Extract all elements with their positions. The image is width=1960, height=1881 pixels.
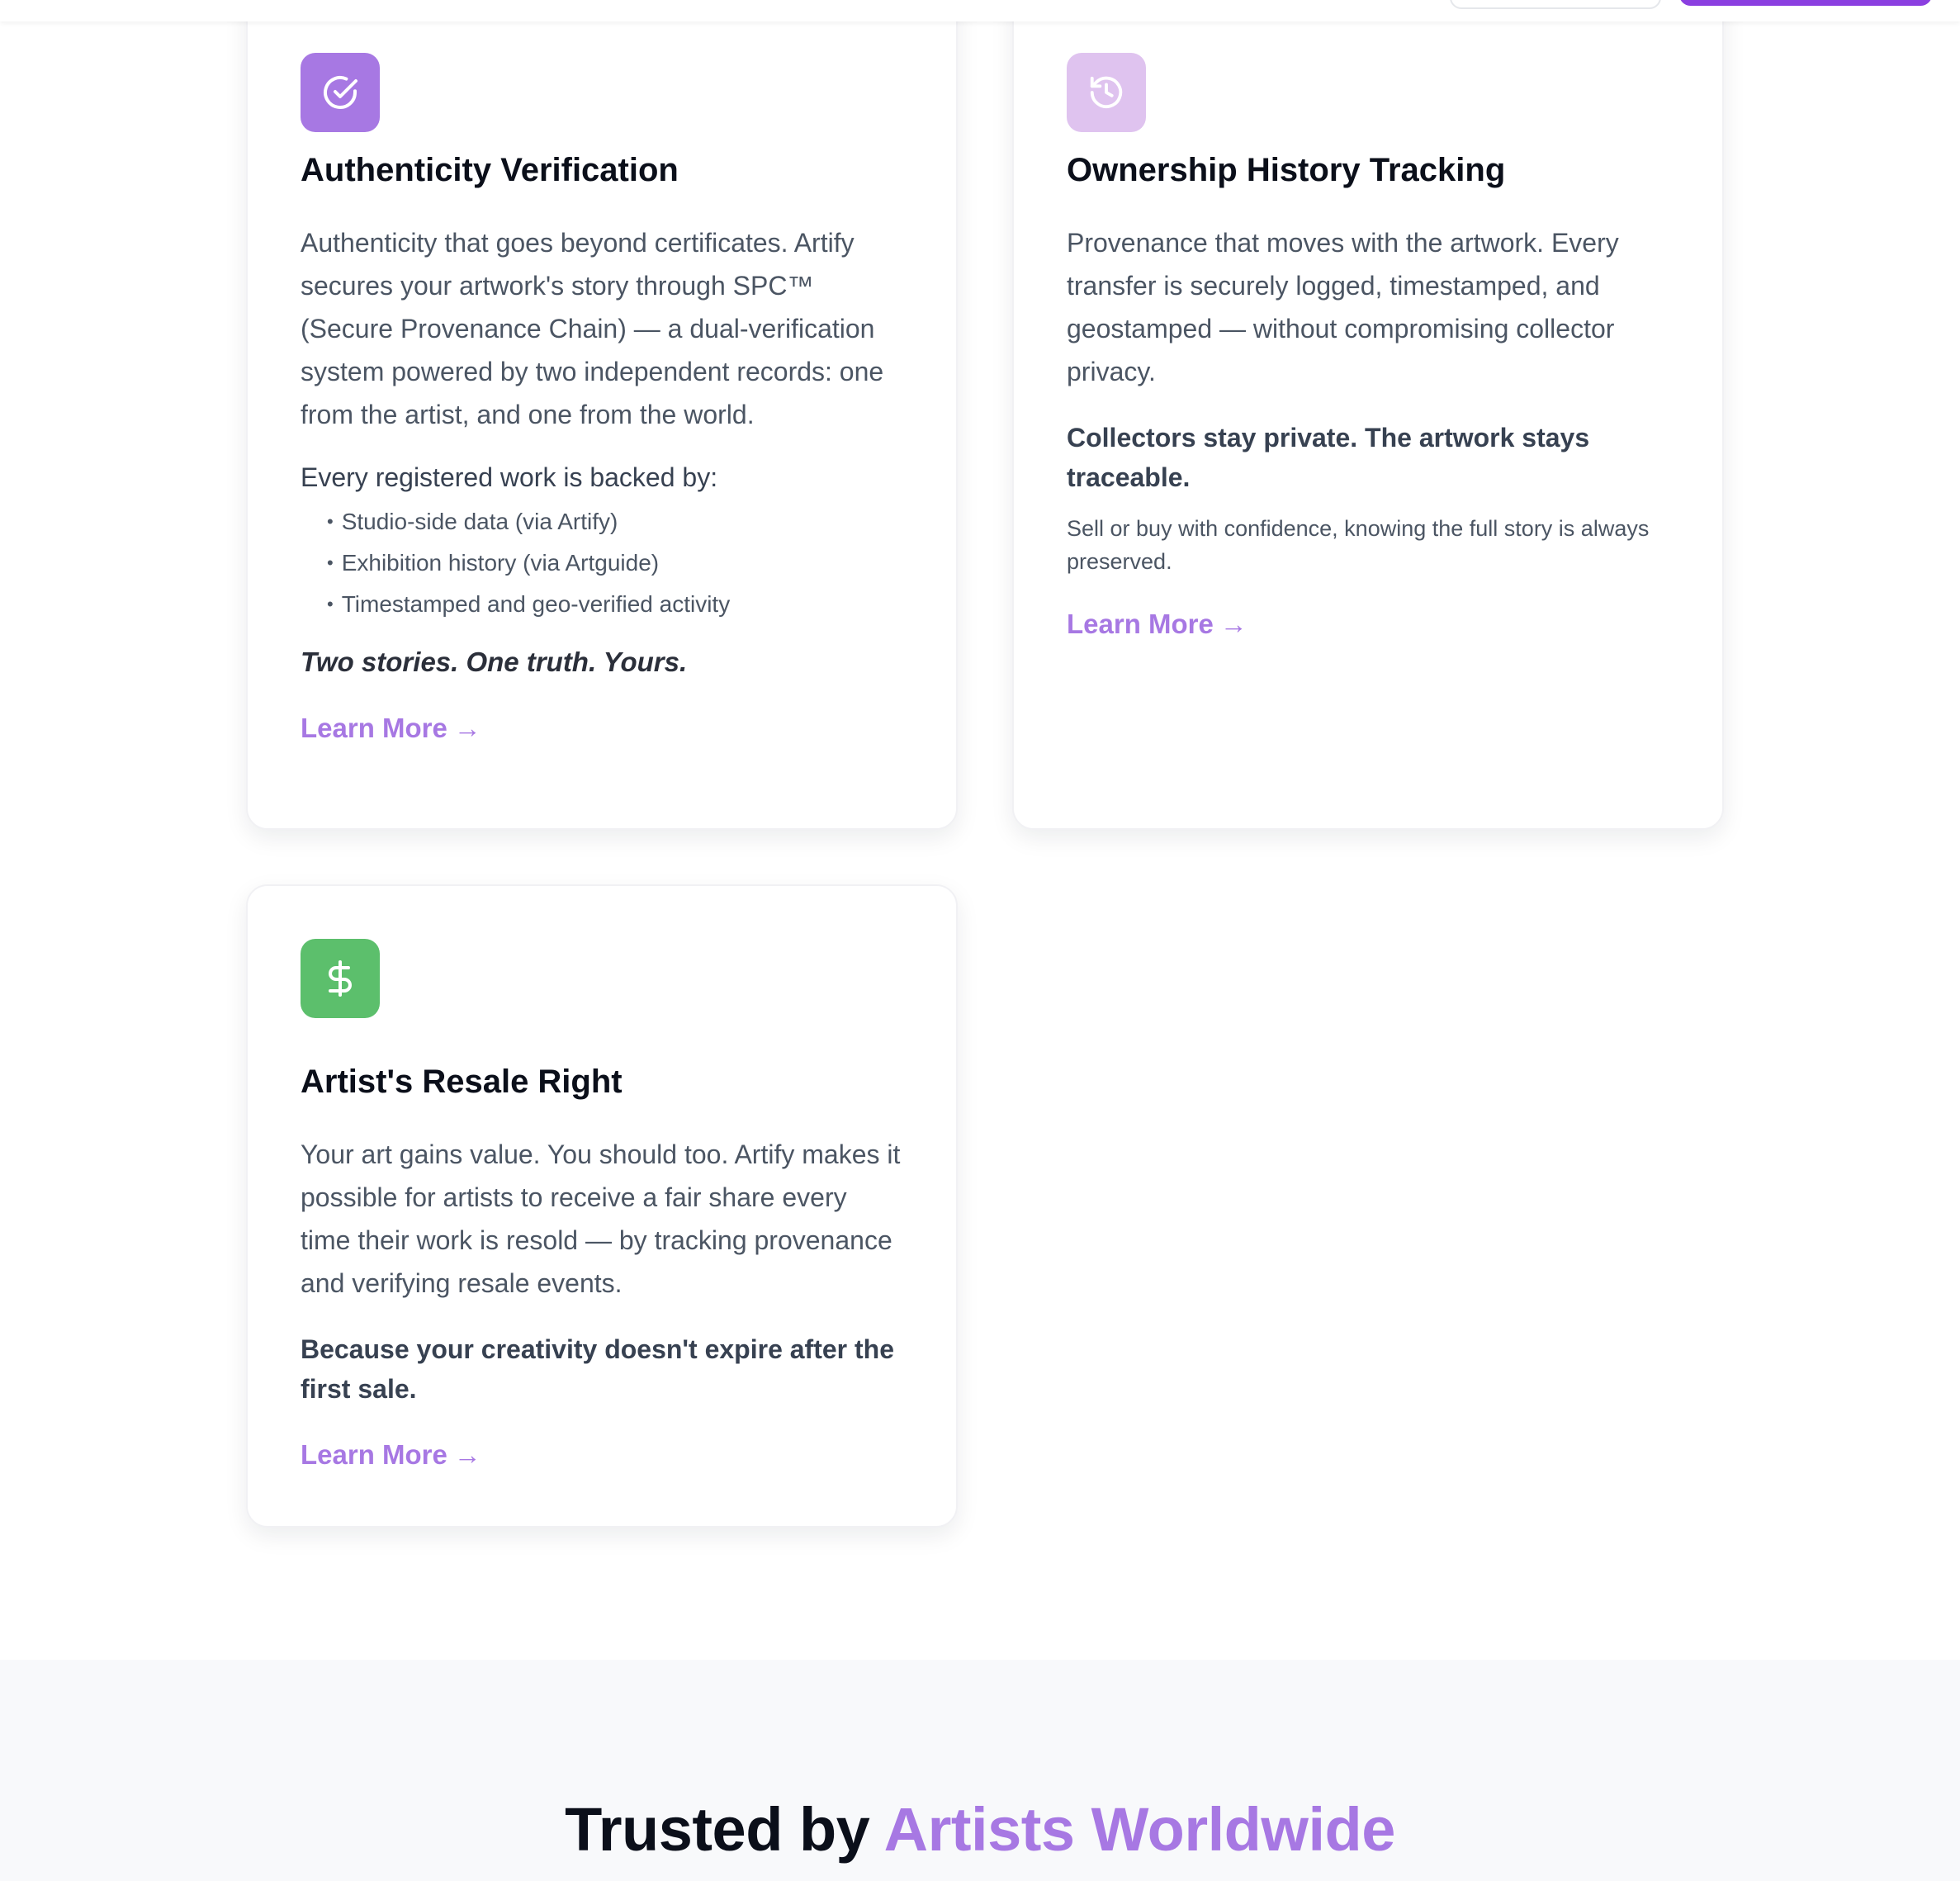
resale-icon-box bbox=[301, 939, 380, 1018]
dollar-icon bbox=[329, 960, 352, 997]
list-item: Timestamped and geo-verified activity bbox=[327, 585, 903, 626]
arrow-right-icon: → bbox=[1219, 609, 1247, 639]
card-description: Authenticity that goes beyond certificat… bbox=[301, 228, 884, 429]
learn-more-label: Learn More bbox=[1067, 609, 1214, 639]
card-description: Provenance that moves with the artwork. … bbox=[1067, 228, 1619, 386]
card-note: Sell or buy with confidence, knowing the… bbox=[1067, 516, 1650, 574]
card-title: Authenticity Verification bbox=[301, 152, 679, 188]
feature-card-ownership: Ownership History Tracking Provenance th… bbox=[1012, 0, 1724, 830]
card-body: Ownership History Tracking Provenance th… bbox=[1067, 150, 1669, 642]
learn-more-link[interactable]: Learn More → bbox=[1067, 606, 1247, 642]
authenticity-icon-box bbox=[301, 53, 380, 132]
arrow-right-icon: → bbox=[453, 1439, 481, 1470]
card-tagline: Two stories. One truth. Yours. bbox=[301, 647, 688, 677]
list-item: Studio-side data (via Artify) bbox=[327, 502, 903, 543]
trusted-section: Trusted by Artists Worldwide bbox=[0, 1660, 1960, 1881]
card-highlight: Because your creativity doesn't expire a… bbox=[301, 1334, 894, 1404]
card-highlight: Collectors stay private. The artwork sta… bbox=[1067, 423, 1590, 492]
learn-more-link[interactable]: Learn More → bbox=[301, 710, 481, 746]
card-title: Ownership History Tracking bbox=[1067, 152, 1506, 188]
page: Authenticity Verification Authenticity t… bbox=[0, 0, 1960, 1881]
ownership-icon-box bbox=[1067, 53, 1146, 132]
header-secondary-button[interactable] bbox=[1450, 0, 1661, 9]
arrow-right-icon: → bbox=[453, 713, 481, 743]
learn-more-label: Learn More bbox=[301, 1439, 447, 1470]
card-description: Your art gains value. You should too. Ar… bbox=[301, 1139, 901, 1298]
learn-more-label: Learn More bbox=[301, 713, 447, 743]
heading-accent: Artists Worldwide bbox=[883, 1795, 1396, 1864]
section-heading: Trusted by Artists Worldwide bbox=[0, 1790, 1960, 1869]
backing-list: Studio-side data (via Artify) Exhibition… bbox=[301, 502, 903, 626]
check-circle-icon bbox=[324, 76, 357, 109]
feature-card-resale: Artist's Resale Right Your art gains val… bbox=[246, 884, 958, 1528]
card-body: Artist's Resale Right Your art gains val… bbox=[301, 1062, 903, 1473]
header-bar bbox=[0, 0, 1960, 21]
heading-prefix: Trusted by bbox=[565, 1795, 870, 1864]
card-title: Artist's Resale Right bbox=[301, 1064, 623, 1100]
learn-more-link[interactable]: Learn More → bbox=[301, 1437, 481, 1473]
header-primary-button[interactable] bbox=[1679, 0, 1932, 6]
list-item: Exhibition history (via Artguide) bbox=[327, 543, 903, 585]
backed-by-label: Every registered work is backed by: bbox=[301, 462, 718, 492]
card-body: Authenticity Verification Authenticity t… bbox=[301, 150, 903, 746]
feature-card-authenticity: Authenticity Verification Authenticity t… bbox=[246, 0, 958, 830]
history-icon bbox=[1090, 76, 1123, 109]
